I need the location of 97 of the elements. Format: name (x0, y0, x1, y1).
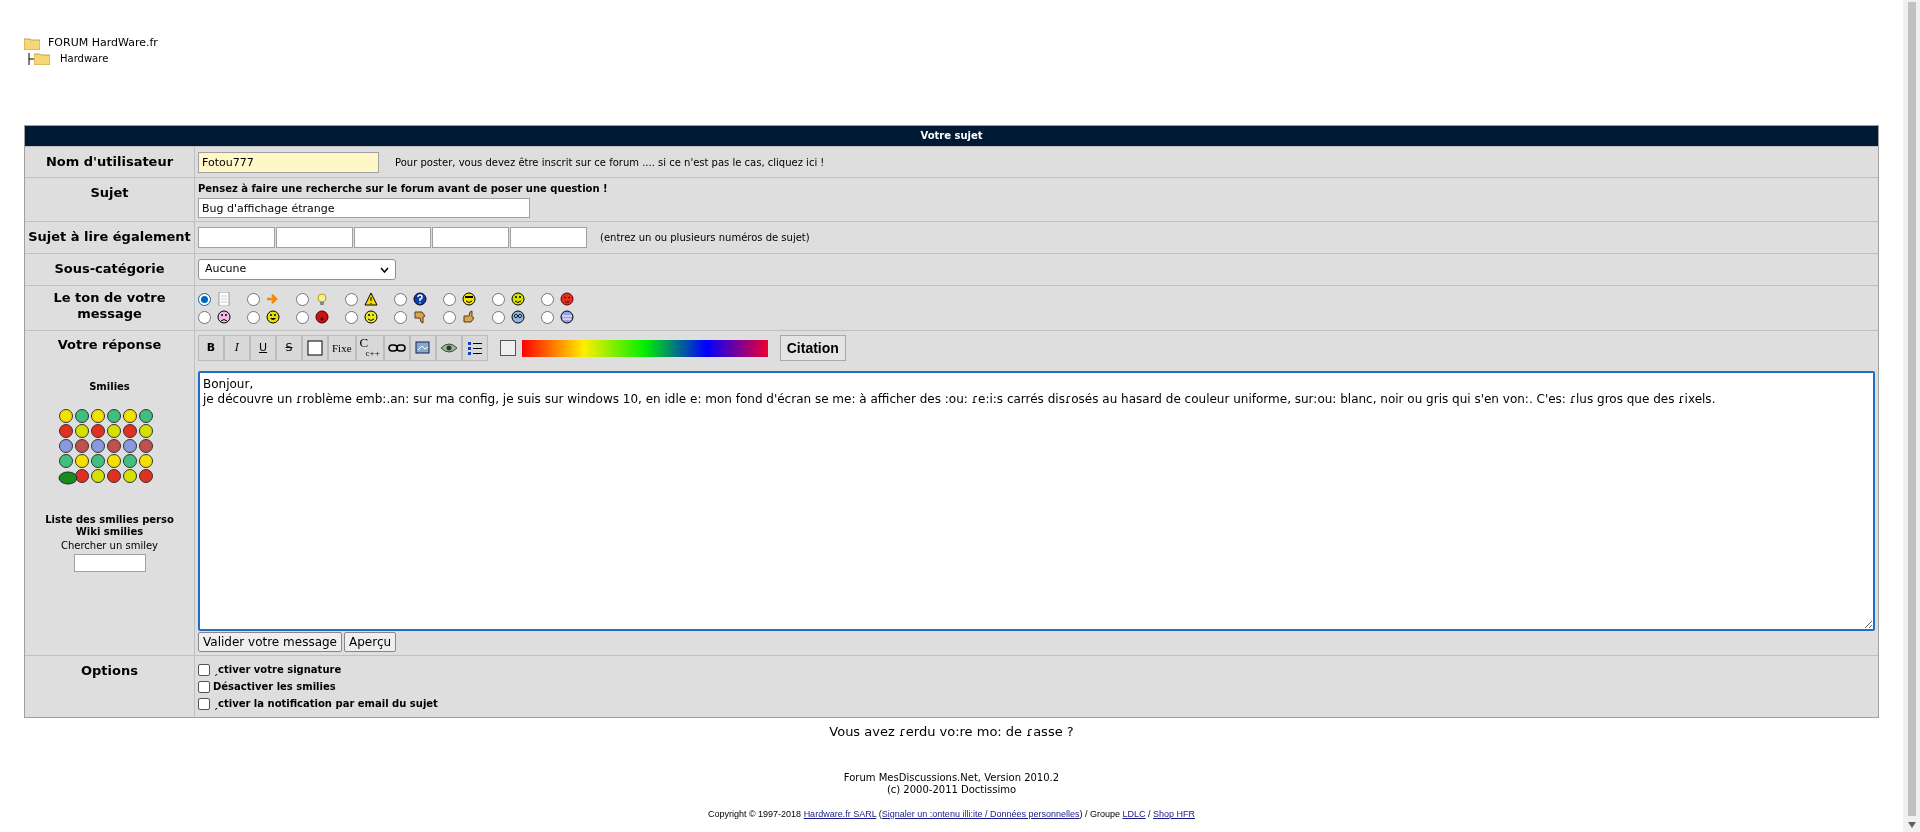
image-icon (413, 339, 432, 357)
login-notice: Pour poster, vous devez être inscrit sur ce forum .... si ce n'est pas le cas, cliquez ici ! (395, 155, 825, 170)
square-icon (306, 339, 324, 357)
field-label: Sous-catégorie (54, 261, 165, 276)
tone-radio[interactable] (345, 310, 358, 324)
tone-radio[interactable] (492, 310, 505, 324)
toolbar-button[interactable]: I (224, 335, 250, 361)
option-label: ˏctiver votre signature (213, 663, 342, 677)
field-label: Options (81, 663, 138, 678)
field-label: Sujet à lire également (28, 229, 191, 244)
field-label: Votre réponse (57, 336, 162, 354)
tone-radio[interactable] (541, 310, 554, 324)
quote-button[interactable]: Citation (779, 335, 846, 361)
code-button[interactable]: C c++ (355, 335, 384, 361)
smilies-link[interactable]: Wiki smilies (75, 525, 144, 538)
breadcrumb-link[interactable]: FORUM HardWare.fr (48, 35, 158, 52)
option-label: Désactiver les smilies (213, 680, 336, 694)
subject-field[interactable]: Bug d'affichage étrange (198, 198, 530, 218)
shocked-face-icon (315, 310, 329, 324)
form-button[interactable]: Valider votre message (198, 632, 342, 652)
toolbar-button[interactable] (461, 335, 488, 361)
arrow-icon (266, 292, 280, 306)
crying-face-icon (511, 310, 525, 324)
tone-radio[interactable] (247, 310, 260, 324)
tone-radio[interactable] (394, 310, 407, 324)
smilies-link[interactable]: Liste des smilies perso (45, 513, 174, 526)
toolbar-button[interactable]: S (276, 335, 302, 361)
topic-number-hint: (entrez un ou plusieurs numéros de sujet) (600, 231, 810, 245)
option-checkbox[interactable] (198, 680, 210, 693)
tone-radio[interactable] (296, 310, 309, 324)
footer-text: (c) 2000-2011 Doctissimo (886, 783, 1017, 796)
color-gradient-picker[interactable] (521, 339, 768, 357)
wink-face-icon (364, 310, 378, 324)
footer-link[interactable]: Shop HFR (1153, 808, 1196, 819)
footer-link[interactable]: LDLC (1122, 808, 1146, 819)
smiley-search-field[interactable] (73, 553, 146, 572)
folder-icon (24, 37, 40, 50)
tone-radio[interactable] (443, 292, 456, 306)
list-icon (465, 339, 484, 357)
footer-link[interactable]: Hardware.fr SARL (803, 808, 877, 819)
search-hint: Pensez à faire une recherche sur le forum avant de poser une question ! (198, 182, 609, 196)
toolbar-button[interactable] (383, 335, 410, 361)
smiley-search-label: Chercher un smiley (60, 538, 159, 553)
tone-radio[interactable] (247, 292, 260, 306)
smilies-title: Smilies (89, 379, 130, 394)
field-label: Le ton de votre message (53, 290, 166, 321)
warning-icon (364, 292, 378, 306)
caret-icon (380, 266, 389, 273)
form-button[interactable]: Aperçu (344, 632, 397, 652)
toolbar-button[interactable]: B (198, 335, 224, 361)
topic-number-field[interactable] (510, 227, 587, 248)
breadcrumb-link[interactable]: Hardware (60, 51, 109, 66)
footer-text: ) / Groupe (1079, 808, 1121, 819)
thumbs-up-icon (462, 310, 476, 324)
light-bulb-icon (315, 292, 329, 306)
toolbar-button[interactable] (435, 335, 462, 361)
tone-radio[interactable] (541, 292, 554, 306)
option-checkbox[interactable] (198, 663, 210, 676)
field-label: Sujet (90, 185, 129, 200)
tone-radio[interactable] (198, 310, 211, 324)
tone-radio[interactable] (296, 292, 309, 306)
sunglasses-smiley-icon (462, 292, 476, 306)
angry-face-icon (560, 292, 574, 306)
field-label: Nom d'utilisateur (45, 154, 174, 169)
topic-number-field[interactable] (432, 227, 509, 248)
subcategory-dropdown[interactable]: Aucune (198, 259, 396, 280)
tone-radio[interactable] (492, 292, 505, 306)
form-title: Votre sujet (25, 126, 1878, 146)
username-field[interactable]: Fotou777 (198, 151, 379, 173)
folder-icon (34, 52, 50, 65)
question-icon (413, 292, 427, 306)
tone-radio[interactable] (443, 310, 456, 324)
smiley-icon (511, 292, 525, 306)
tree-line (28, 52, 34, 65)
tone-radio[interactable] (345, 292, 358, 306)
footer-text: Copyright © 1997-2018 (707, 808, 803, 819)
sad-face-icon (217, 310, 231, 324)
footer-text: ( (877, 808, 882, 819)
document-icon (217, 292, 231, 306)
option-checkbox[interactable] (198, 697, 210, 710)
message-field[interactable]: Bonjour, je découvre un ɾroblème emb:.an: sur ma config, je suis sur windows 10, en idle e: mon fond d'écran se me: à afficher des :ou: ɾe:i:s carrés disɾosés au hasard de couleur uniforme, sur:ou: blanc, noir ou gris qui s'en von:. C'es: ɾlus gros que des ɾixels. (198, 371, 1875, 631)
option-label: ˏctiver la notification par email du sujet (213, 697, 438, 711)
topic-number-field[interactable] (354, 227, 431, 248)
scroll-down-icon[interactable] (1907, 822, 1916, 828)
footer-text: Forum MesDiscussions.Net, Version 2010.2 (843, 771, 1060, 784)
toolbar-button[interactable]: Fixe (328, 335, 356, 361)
toolbar-button[interactable]: U (250, 335, 276, 361)
color-swatch[interactable] (499, 340, 516, 356)
topic-number-field[interactable] (198, 227, 275, 248)
topic-number-field[interactable] (276, 227, 353, 248)
thumbs-down-icon (413, 310, 427, 324)
striped-face-icon (560, 310, 574, 324)
grin-face-icon (266, 310, 280, 324)
tone-radio[interactable] (198, 292, 211, 306)
lost-password-link[interactable]: Vous avez ɾerdu vo:re mo: de ɾasse ? (829, 722, 1074, 742)
footer-text: / (1147, 808, 1152, 819)
tone-radio[interactable] (394, 292, 407, 306)
